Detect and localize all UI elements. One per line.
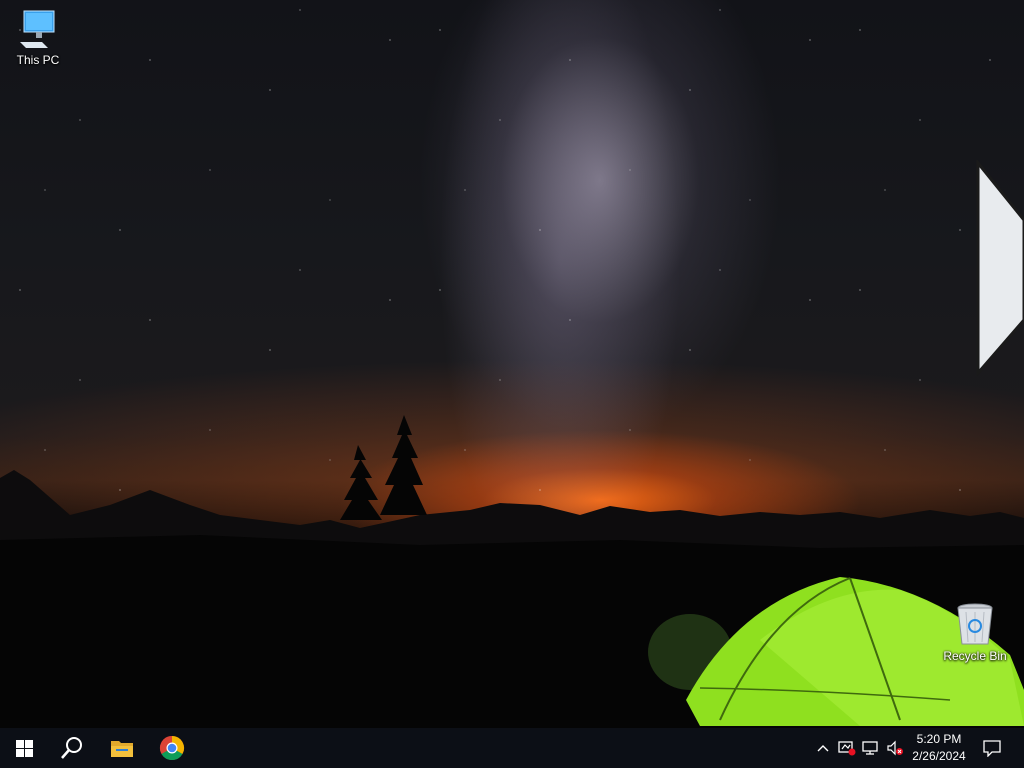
network-warning-icon	[838, 741, 856, 756]
wallpaper-landscape	[0, 415, 1024, 728]
search-icon	[61, 737, 82, 759]
chrome-button[interactable]	[148, 728, 196, 768]
computer-icon	[20, 10, 55, 48]
desktop-background: This PC Recycle Bin	[0, 0, 1024, 728]
network-icon	[862, 741, 878, 755]
tray-volume[interactable]	[884, 728, 906, 768]
start-button[interactable]	[0, 728, 48, 768]
action-center-button[interactable]	[976, 728, 1008, 768]
search-button[interactable]	[48, 728, 96, 768]
desktop-icon-this-pc[interactable]: This PC	[0, 8, 76, 67]
folder-icon	[111, 741, 133, 757]
tray-network[interactable]	[860, 728, 882, 768]
action-center-icon	[983, 739, 1001, 757]
pointer-arrow-icon	[976, 160, 1024, 376]
taskbar-clock[interactable]: 5:20 PM 2/26/2024	[906, 731, 972, 765]
tree-silhouette	[340, 445, 382, 520]
volume-muted-icon	[887, 740, 903, 756]
file-explorer-button[interactable]	[98, 728, 146, 768]
clock-date: 2/26/2024	[912, 749, 966, 763]
show-hidden-icons-button[interactable]	[812, 728, 834, 768]
desktop-icon-recycle-bin[interactable]: Recycle Bin	[937, 602, 1013, 663]
recycle-bin-icon	[957, 603, 993, 645]
taskbar: 5:20 PM 2/26/2024	[0, 728, 1024, 768]
windows-logo-icon	[15, 739, 33, 757]
tray-network-warning[interactable]	[836, 728, 858, 768]
desktop-icon-label: This PC	[16, 53, 60, 67]
chevron-up-icon	[817, 745, 829, 752]
clock-time: 5:20 PM	[916, 732, 962, 746]
chrome-icon	[159, 736, 185, 761]
tree-silhouette	[380, 415, 427, 515]
desktop-icon-label: Recycle Bin	[943, 649, 1007, 663]
